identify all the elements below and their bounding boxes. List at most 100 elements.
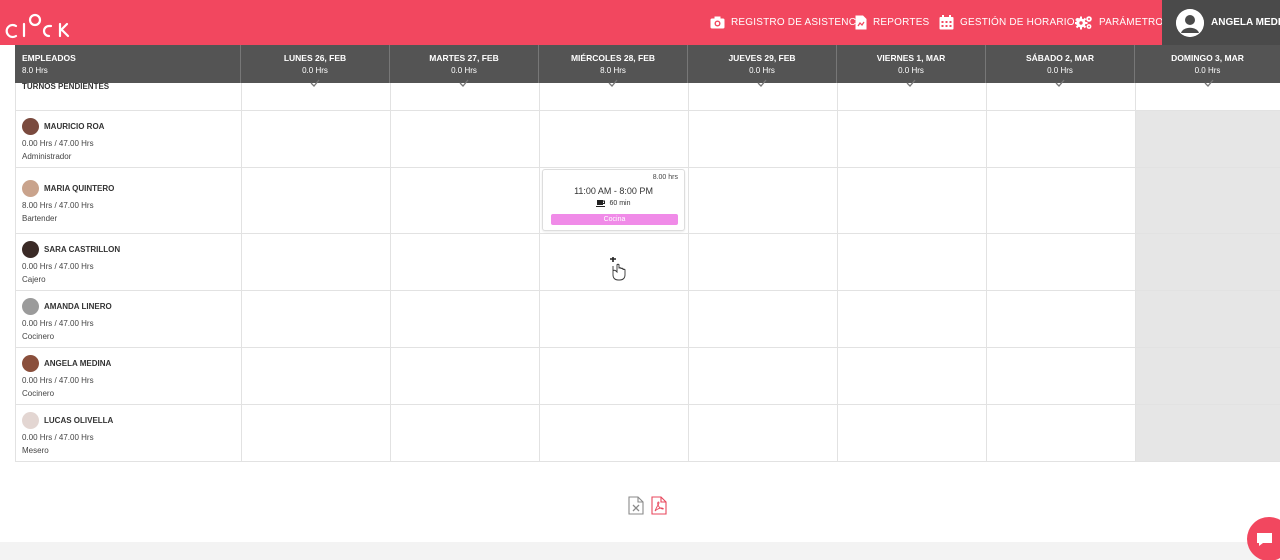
employee-hours: 8.00 Hrs / 47.00 Hrs — [22, 201, 94, 210]
employee-row[interactable]: MARIA QUINTERO 8.00 Hrs / 47.00 Hrs Bart… — [22, 179, 114, 223]
row-divider — [15, 461, 1280, 462]
day-label: LUNES 26, FEB — [283, 53, 347, 63]
employees-header-total: 8.0 Hrs — [22, 66, 48, 75]
employee-hours: 0.00 Hrs / 47.00 Hrs — [22, 139, 94, 148]
employee-hours: 0.00 Hrs / 47.00 Hrs — [22, 319, 94, 328]
employee-name: LUCAS OLIVELLA — [44, 415, 114, 425]
gears-icon — [1075, 15, 1092, 29]
clock-logo[interactable] — [4, 6, 74, 40]
day-hours: 0.0 Hrs — [302, 66, 328, 75]
employee-role: Cajero — [22, 275, 46, 284]
employee-role: Cocinero — [22, 332, 55, 341]
day-label: JUEVES 29, FEB — [728, 53, 796, 63]
col-divider — [15, 83, 16, 461]
nav-label: REGISTRO DE ASISTENCIA — [731, 16, 866, 28]
employees-header-label: EMPLEADOS — [22, 53, 76, 63]
employee-role: Bartender — [22, 214, 58, 223]
day-hours: 0.0 Hrs — [1194, 66, 1221, 75]
nav-gestion-horarios[interactable]: GESTIÓN DE HORARIOS — [939, 12, 1082, 32]
shift-time: 11:00 AM - 8:00 PM — [574, 186, 653, 196]
col-divider — [390, 83, 391, 461]
nav-reportes[interactable]: REPORTES — [855, 12, 929, 32]
nav-label: PARÁMETROS — [1099, 16, 1171, 28]
col-divider — [241, 83, 242, 461]
day-header-wed: MIÉRCOLES 28, FEB 8.0 Hrs — [539, 45, 688, 83]
row-divider — [15, 233, 1280, 234]
user-name: ANGELA MEDINA — [1211, 17, 1280, 28]
add-shift-cursor-icon[interactable] — [607, 257, 627, 281]
avatar — [22, 297, 39, 315]
coffee-icon — [596, 200, 606, 207]
day-header-fri: VIERNES 1, MAR 0.0 Hrs — [837, 45, 986, 83]
day-label: DOMINGO 3, MAR — [1171, 53, 1244, 63]
pending-shifts-label: TURNOS PENDIENTES — [22, 82, 110, 91]
user-icon — [1176, 8, 1204, 37]
chat-button[interactable] — [1247, 517, 1280, 560]
sunday-column-shade — [1135, 110, 1280, 461]
employee-hours: 0.00 Hrs / 47.00 Hrs — [22, 262, 94, 271]
col-divider — [837, 83, 838, 461]
employee-role: Mesero — [22, 446, 49, 455]
check-icon[interactable] — [757, 79, 767, 87]
employee-row[interactable]: MAURICIO ROA 0.00 Hrs / 47.00 Hrs Admini… — [22, 117, 104, 161]
employee-hours: 0.00 Hrs / 47.00 Hrs — [22, 433, 94, 442]
day-hours: 0.0 Hrs — [898, 66, 924, 75]
day-header-mon: LUNES 26, FEB 0.0 Hrs — [241, 45, 390, 83]
day-hours: 0.0 Hrs — [451, 66, 477, 75]
avatar — [22, 354, 39, 372]
schedule-header: EMPLEADOS 8.0 Hrs LUNES 26, FEB 0.0 Hrs … — [15, 45, 1280, 83]
top-navbar: REGISTRO DE ASISTENCIA REPORTES GESTIÓN … — [0, 0, 1280, 45]
day-label: MARTES 27, FEB — [429, 53, 499, 63]
day-header-tue: MARTES 27, FEB 0.0 Hrs — [390, 45, 539, 83]
excel-file-icon[interactable] — [628, 496, 644, 515]
col-divider — [688, 83, 689, 461]
col-divider — [986, 83, 987, 461]
nav-label: REPORTES — [873, 16, 930, 28]
day-hours: 0.0 Hrs — [749, 66, 775, 75]
check-icon[interactable] — [310, 79, 320, 87]
day-hours: 8.0 Hrs — [600, 66, 626, 75]
avatar — [22, 240, 39, 258]
shift-break-duration: 60 min — [609, 199, 631, 207]
employee-row[interactable]: ANGELA MEDINA 0.00 Hrs / 47.00 Hrs Cocin… — [22, 354, 111, 398]
report-icon — [855, 15, 867, 29]
employee-row[interactable]: LUCAS OLIVELLA 0.00 Hrs / 47.00 Hrs Mese… — [22, 411, 113, 455]
row-divider — [15, 404, 1280, 405]
shift-card[interactable]: 8.00 hrs 11:00 AM - 8:00 PM 60 min Cocin… — [542, 169, 685, 231]
day-label: VIERNES 1, MAR — [876, 53, 946, 63]
camera-icon — [710, 16, 725, 28]
employees-header: EMPLEADOS 8.0 Hrs — [15, 45, 241, 83]
check-icon[interactable] — [1204, 79, 1214, 87]
col-divider — [539, 83, 540, 461]
avatar — [22, 117, 39, 135]
calendar-icon — [939, 14, 954, 29]
day-label: MIÉRCOLES 28, FEB — [570, 53, 656, 63]
row-divider — [15, 290, 1280, 291]
check-icon[interactable] — [1055, 79, 1065, 87]
chat-icon — [1257, 533, 1272, 546]
day-hours: 0.0 Hrs — [1047, 66, 1073, 75]
employee-role: Cocinero — [22, 389, 55, 398]
row-divider — [15, 110, 1280, 111]
nav-registro-asistencia[interactable]: REGISTRO DE ASISTENCIA — [710, 12, 866, 32]
employee-row[interactable]: SARA CASTRILLON 0.00 Hrs / 47.00 Hrs Caj… — [22, 240, 120, 284]
employee-row[interactable]: AMANDA LINERO 0.00 Hrs / 47.00 Hrs Cocin… — [22, 297, 112, 341]
employee-name: MARIA QUINTERO — [44, 183, 115, 193]
nav-parametros[interactable]: PARÁMETROS — [1075, 12, 1170, 32]
nav-label: GESTIÓN DE HORARIOS — [960, 16, 1082, 28]
row-divider — [15, 167, 1280, 168]
shift-duration: 8.00 hrs — [652, 174, 678, 181]
avatar — [22, 411, 39, 429]
day-header-sun: DOMINGO 3, MAR 0.0 Hrs — [1135, 45, 1280, 83]
user-menu[interactable]: ANGELA MEDINA — [1162, 0, 1280, 45]
shift-area-badge: Cocina — [551, 214, 678, 225]
day-header-sat: SÁBADO 2, MAR 0.0 Hrs — [986, 45, 1135, 83]
employee-name: ANGELA MEDINA — [44, 358, 112, 368]
check-icon[interactable] — [608, 79, 618, 87]
pdf-file-icon[interactable] — [651, 496, 667, 515]
check-icon[interactable] — [906, 79, 916, 87]
day-header-thu: JUEVES 29, FEB 0.0 Hrs — [688, 45, 837, 83]
check-icon[interactable] — [459, 79, 469, 87]
employee-role: Administrador — [22, 152, 72, 161]
employee-hours: 0.00 Hrs / 47.00 Hrs — [22, 376, 94, 385]
